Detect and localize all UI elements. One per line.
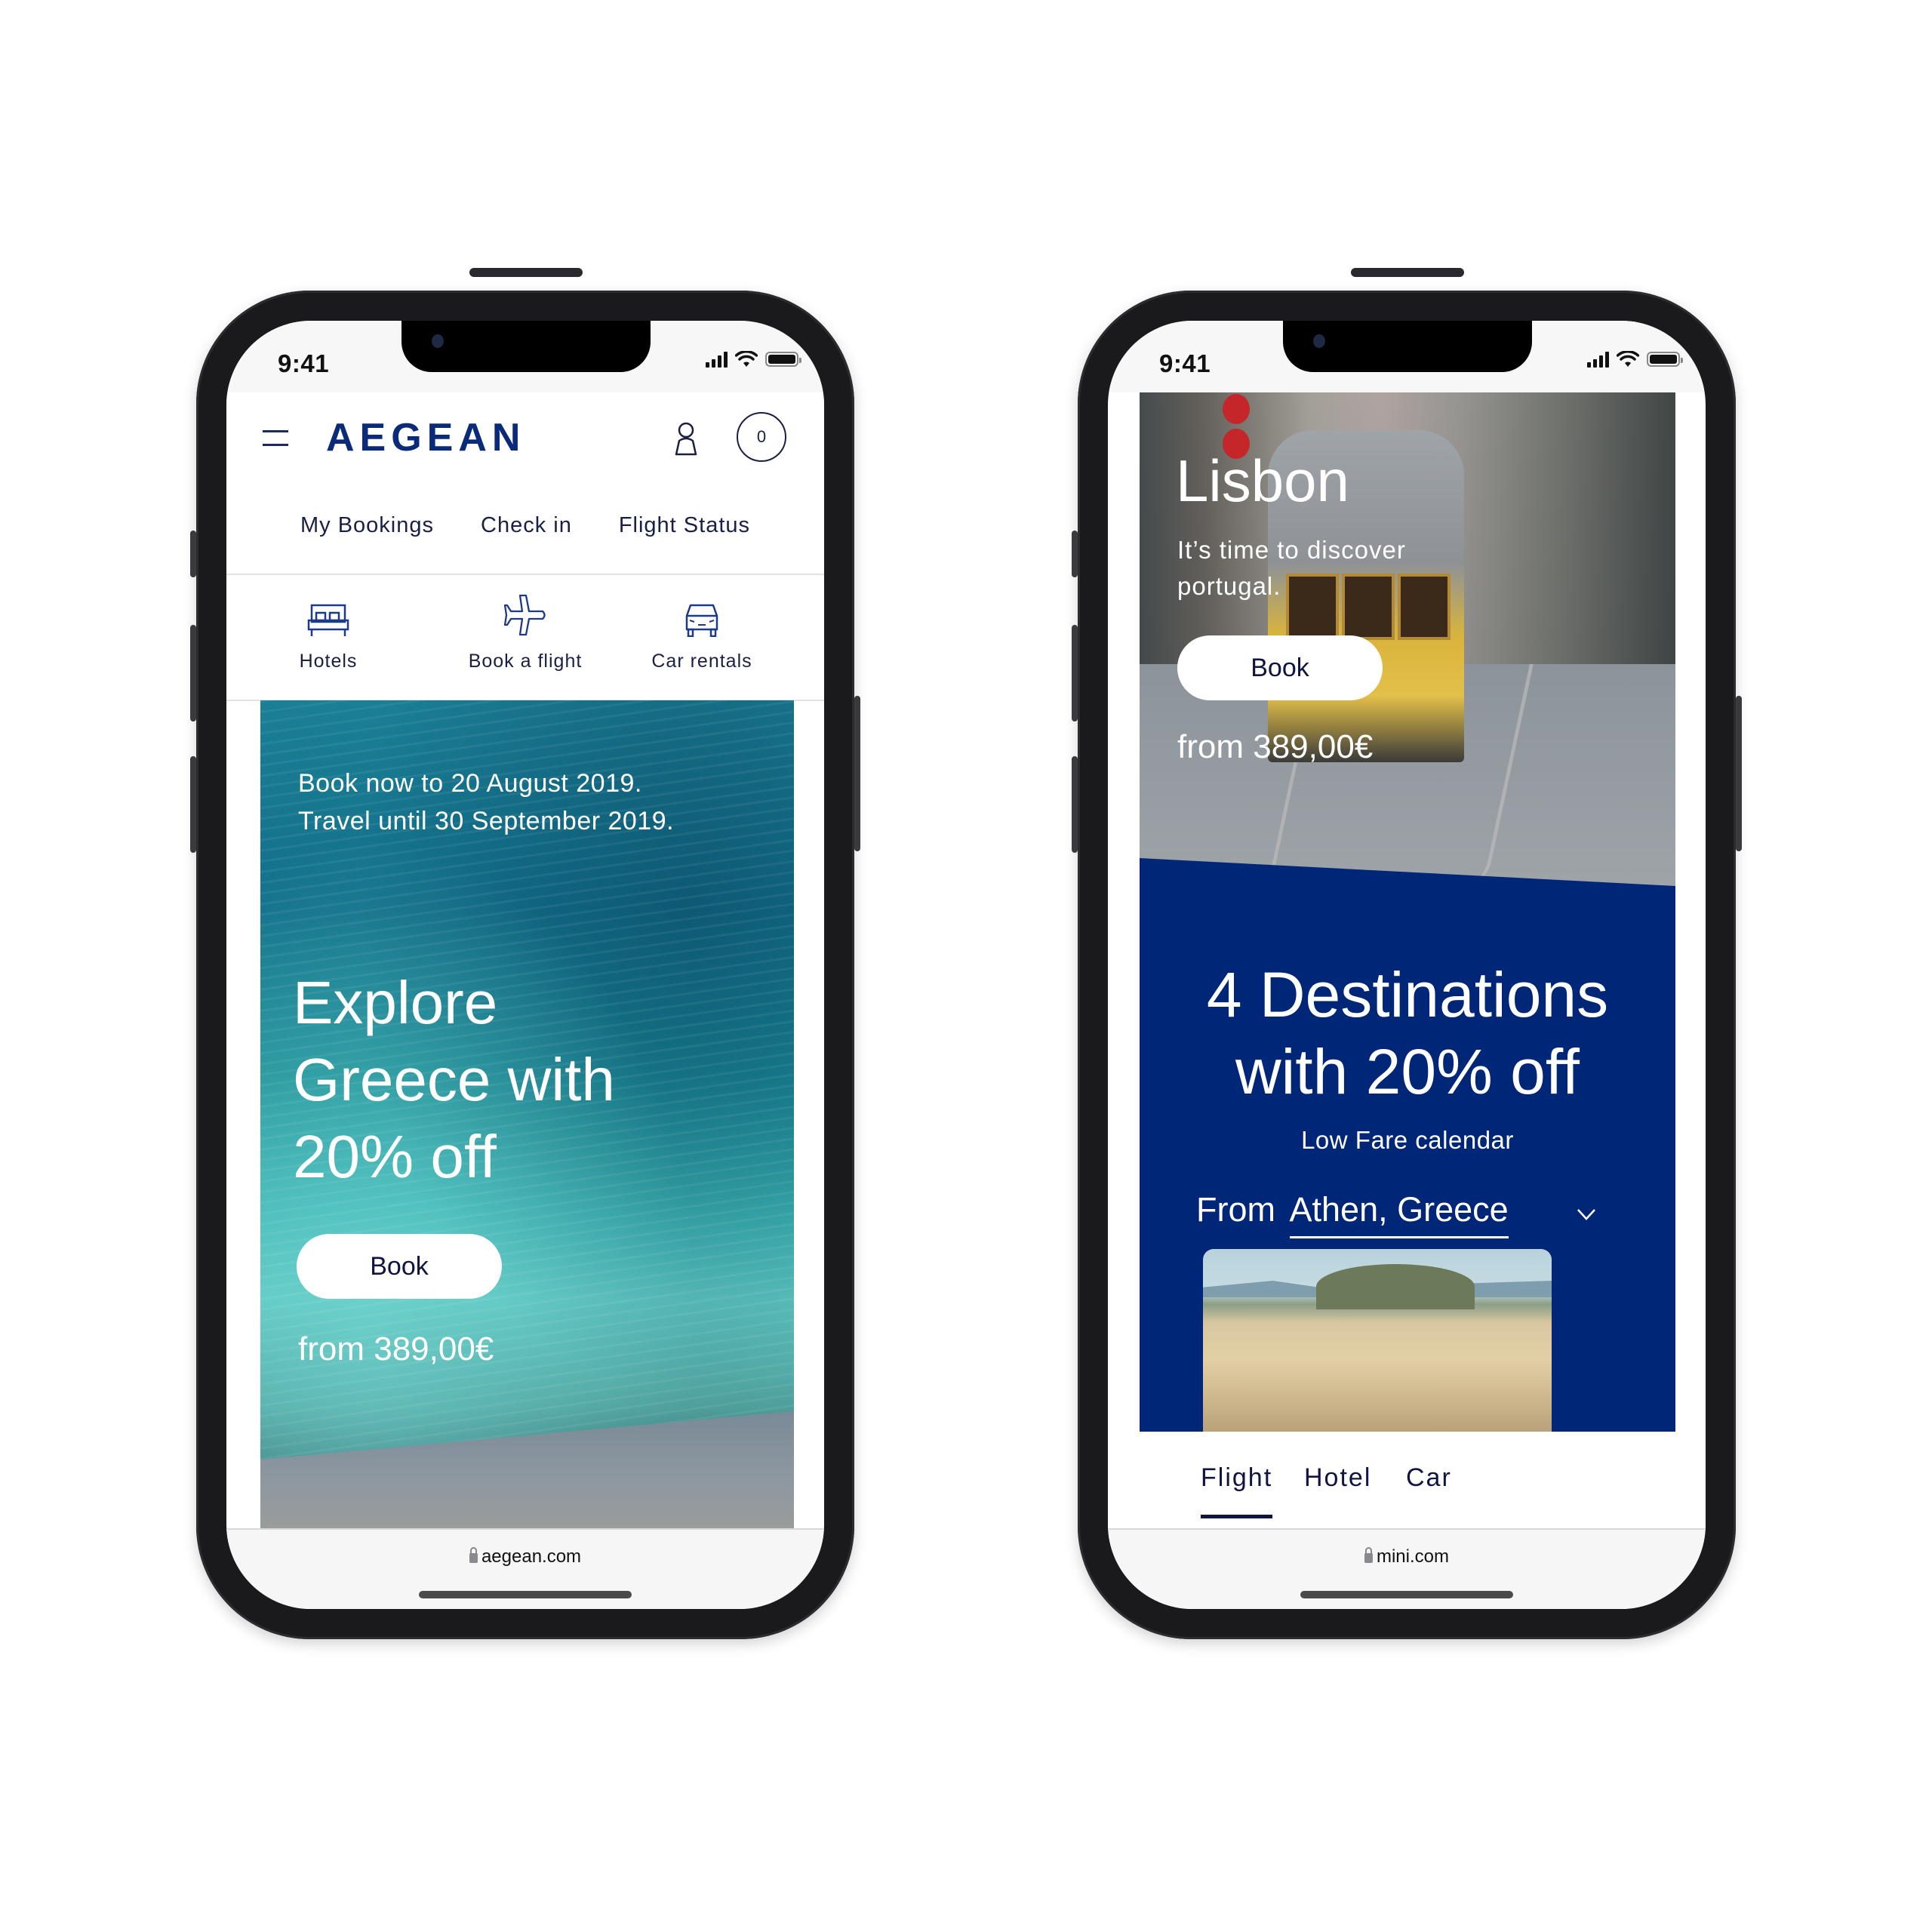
car-icon (685, 604, 718, 637)
hero-title: Explore Greece with 20% off (293, 964, 615, 1195)
price-label: from 389,00€ (1177, 728, 1374, 765)
cart-button[interactable]: 0 (737, 412, 786, 462)
wifi-icon (735, 351, 758, 367)
browser-url-bar[interactable]: mini.com (1108, 1528, 1706, 1609)
promo-dates: Book now to 20 August 2019. Travel until… (298, 764, 674, 840)
silent-switch (190, 531, 196, 577)
phone-mini: 9:41 Lisbon It’s time to discover portug… (1072, 268, 1742, 1639)
promo-title-line: 4 Destinations (1206, 959, 1609, 1030)
low-fare-calendar-link[interactable]: Low Fare calendar (1140, 1126, 1675, 1155)
top-nav: My Bookings Check in Flight Status (226, 513, 824, 538)
promo-title-line: with 20% off (1235, 1036, 1580, 1107)
promo-book-by: Book now to 20 August 2019. (298, 769, 642, 798)
notch (1283, 321, 1532, 372)
nav-check-in[interactable]: Check in (481, 513, 572, 538)
nav-flight-status[interactable]: Flight Status (619, 513, 750, 538)
quick-action-hotels[interactable]: Hotels (279, 602, 377, 672)
hero-title-line: Explore (293, 969, 498, 1036)
airplane-icon (503, 594, 546, 636)
volume-down-button (190, 756, 196, 853)
status-time: 9:41 (1159, 349, 1211, 377)
tab-car[interactable]: Car (1406, 1463, 1452, 1493)
phone-aegean: 9:41 AEGEAN 0 My Bookings Check in Fligh… (190, 268, 860, 1639)
quick-action-book-flight[interactable]: Book a flight (457, 593, 593, 672)
lantern (1223, 394, 1250, 424)
wifi-icon (1617, 351, 1639, 367)
price-label: from 389,00€ (298, 1331, 494, 1367)
notch (401, 321, 651, 372)
lock-icon (1364, 1547, 1373, 1563)
origin-value: Athen, Greece (1289, 1190, 1509, 1238)
screen: 9:41 Lisbon It’s time to discover portug… (1108, 321, 1706, 1609)
hero-banner: Lisbon It’s time to discover portugal. B… (1140, 392, 1675, 891)
hero-title-line: Greece with (293, 1046, 615, 1113)
cellular-signal-icon (1587, 351, 1609, 368)
power-button (854, 696, 860, 851)
volume-up-button (190, 625, 196, 721)
menu-icon[interactable] (263, 430, 290, 448)
hero-banner: Book now to 20 August 2019. Travel until… (260, 700, 794, 1532)
front-camera (1313, 334, 1325, 348)
battery-icon (1647, 352, 1683, 367)
battery-icon (765, 352, 801, 367)
bed-icon (307, 604, 349, 636)
city-title: Lisbon (1176, 448, 1349, 514)
status-time: 9:41 (278, 349, 330, 377)
cellular-signal-icon (706, 351, 728, 368)
origin-select[interactable]: From Athen, Greece (1196, 1190, 1509, 1238)
active-tab-indicator (1201, 1515, 1272, 1518)
book-button[interactable]: Book (1177, 635, 1383, 700)
nav-my-bookings[interactable]: My Bookings (300, 513, 434, 538)
tab-hotel[interactable]: Hotel (1304, 1463, 1371, 1493)
silent-switch (1072, 531, 1078, 577)
status-icons (706, 351, 801, 368)
book-button[interactable]: Book (297, 1234, 502, 1299)
promo-title: 4 Destinations with 20% off (1140, 956, 1675, 1110)
cart-count: 0 (756, 427, 767, 446)
booking-tabs: Flight Hotel Car (1108, 1432, 1706, 1530)
lock-icon (469, 1547, 478, 1563)
power-button (1736, 696, 1742, 851)
promo-travel-until: Travel until 30 September 2019. (298, 807, 675, 835)
quick-action-label: Hotels (299, 651, 358, 672)
home-indicator[interactable] (1300, 1591, 1513, 1598)
url-domain: mini.com (1376, 1546, 1449, 1567)
status-bar: 9:41 (226, 321, 824, 392)
volume-down-button (1072, 756, 1078, 853)
earpiece-speaker (469, 268, 583, 277)
url-domain: aegean.com (481, 1546, 582, 1567)
status-icons (1587, 351, 1683, 368)
quick-actions: Hotels Book a flight Car rentals (226, 575, 824, 701)
status-bar: 9:41 (1108, 321, 1706, 392)
city-subtitle: It’s time to discover portugal. (1177, 536, 1406, 600)
athens-photo[interactable] (1203, 1249, 1552, 1432)
earpiece-speaker (1351, 268, 1464, 277)
quick-action-car-rentals[interactable]: Car rentals (634, 602, 770, 672)
promo-panel: 4 Destinations with 20% off Low Fare cal… (1140, 858, 1675, 1432)
aegean-logo[interactable]: AEGEAN (326, 415, 525, 460)
tab-flight[interactable]: Flight (1201, 1463, 1272, 1493)
origin-prefix: From (1196, 1190, 1275, 1229)
home-indicator[interactable] (419, 1591, 632, 1598)
browser-url-bar[interactable]: aegean.com (226, 1528, 824, 1609)
user-account-icon[interactable] (672, 421, 700, 456)
volume-up-button (1072, 625, 1078, 721)
chevron-down-icon[interactable] (1576, 1207, 1597, 1222)
screen: 9:41 AEGEAN 0 My Bookings Check in Fligh… (226, 321, 824, 1609)
quick-action-label: Car rentals (651, 651, 752, 672)
front-camera (432, 334, 444, 348)
site-header: AEGEAN 0 My Bookings Check in Flight Sta… (226, 392, 824, 575)
hero-title-line: 20% off (293, 1123, 497, 1190)
quick-action-label: Book a flight (468, 651, 583, 672)
